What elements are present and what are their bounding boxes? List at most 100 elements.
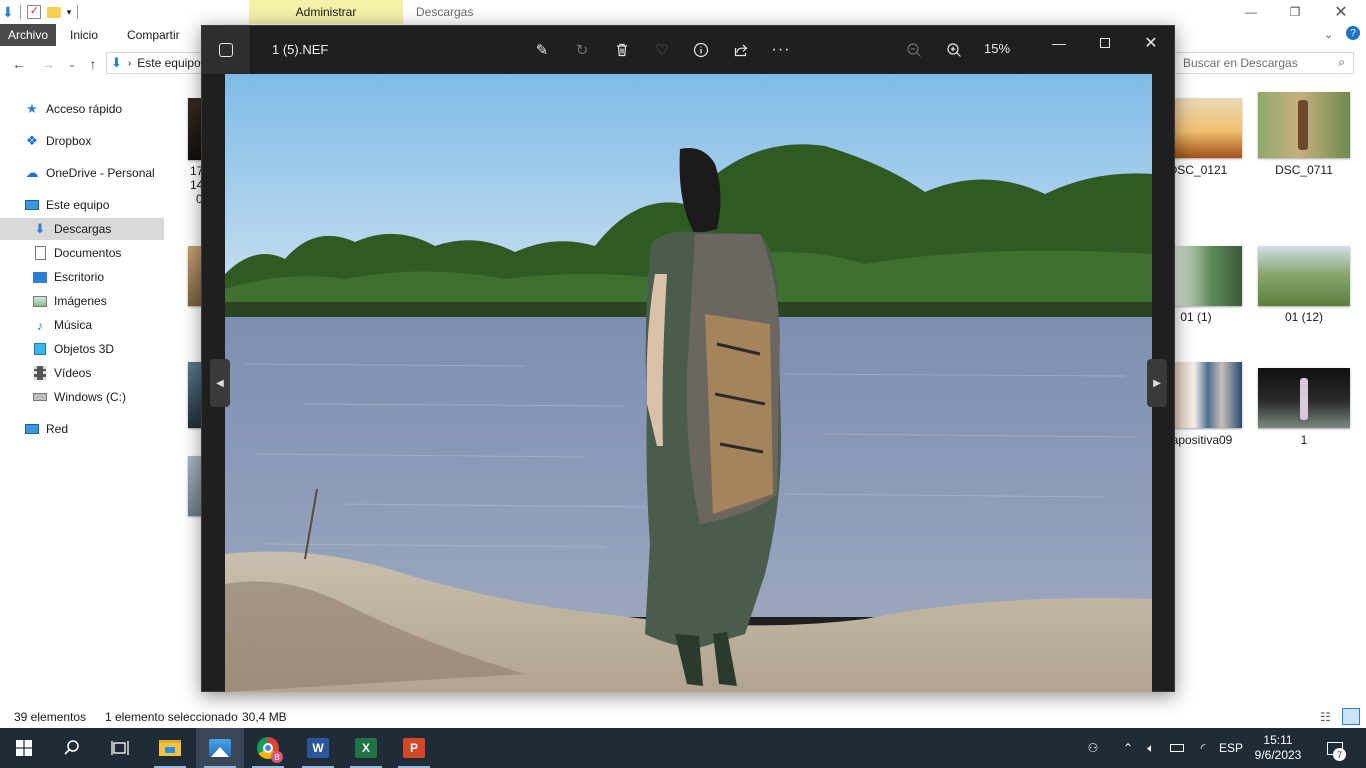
- volume-button[interactable]: 🔈︎: [1140, 728, 1162, 768]
- edit-icon: ✎: [535, 42, 549, 59]
- photo-image[interactable]: [225, 74, 1152, 692]
- qat-dropdown-icon[interactable]: ▾: [67, 7, 72, 18]
- sidebar-item-imagenes[interactable]: Imágenes: [0, 290, 164, 312]
- delete-icon: [617, 43, 627, 57]
- zoom-level[interactable]: 15%: [984, 41, 1010, 56]
- recent-locations-icon[interactable]: ⌄: [62, 54, 82, 74]
- tab-inicio[interactable]: Inicio: [62, 24, 106, 46]
- notifications-button[interactable]: 7: [1320, 728, 1350, 768]
- tab-compartir[interactable]: Compartir: [119, 24, 188, 46]
- search-input[interactable]: Buscar en Descargas ⌕: [1174, 52, 1354, 74]
- info-button[interactable]: [689, 38, 713, 62]
- minimize-button[interactable]: —: [1228, 0, 1274, 24]
- sidebar-item-dropbox[interactable]: ❖ Dropbox: [0, 130, 164, 152]
- favorite-icon: ♡: [655, 42, 669, 59]
- clock[interactable]: 15:11 9/6/2023: [1248, 728, 1308, 768]
- file-thumbnail[interactable]: [1258, 92, 1350, 158]
- address-bar[interactable]: ⬇ › Este equipo: [106, 52, 206, 74]
- viewer-maximize-button[interactable]: [1082, 26, 1128, 60]
- rotate-icon: ↻: [575, 42, 589, 59]
- sidebar-item-escritorio[interactable]: Escritorio: [0, 266, 164, 288]
- chrome-taskbar-button[interactable]: B: [244, 728, 292, 768]
- help-icon[interactable]: ?: [1346, 26, 1360, 40]
- breadcrumb-chevron-icon: ›: [127, 57, 132, 69]
- computer-icon: [24, 197, 40, 213]
- photo-viewer-window: 1 (5).NEF ✎ ↻ ♡ ··· 15% — ✕ ◀ ▶: [201, 25, 1175, 692]
- item-count: 39 elementos: [14, 710, 87, 724]
- sidebar-item-videos[interactable]: Vídeos: [0, 362, 164, 384]
- powerpoint-taskbar-button[interactable]: P: [390, 728, 438, 768]
- zoom-out-button[interactable]: [902, 38, 926, 62]
- breadcrumb-este-equipo[interactable]: Este equipo: [137, 56, 200, 70]
- file-thumbnail[interactable]: [1174, 98, 1242, 158]
- back-button[interactable]: ←: [9, 54, 29, 74]
- selection-count: 1 elemento seleccionado: [105, 710, 238, 724]
- context-tab-administrar[interactable]: Administrar: [249, 0, 403, 24]
- sidebar-item-objetos-3d[interactable]: Objetos 3D: [0, 338, 164, 360]
- star-icon: ★: [26, 101, 38, 116]
- viewer-minimize-button[interactable]: —: [1036, 26, 1082, 60]
- sidebar-item-musica[interactable]: ♪ Música: [0, 314, 164, 336]
- share-button[interactable]: [729, 38, 753, 62]
- language-indicator[interactable]: ESP: [1216, 728, 1246, 768]
- file-explorer-taskbar-button[interactable]: [146, 728, 194, 768]
- gallery-icon: [219, 43, 233, 57]
- sidebar-item-label: Música: [54, 318, 93, 332]
- file-thumbnail[interactable]: [188, 362, 202, 428]
- properties-icon[interactable]: ✓: [26, 5, 41, 19]
- task-view-button[interactable]: [96, 728, 144, 768]
- tab-archivo[interactable]: Archivo: [0, 24, 57, 46]
- word-taskbar-button[interactable]: W: [294, 728, 342, 768]
- rotate-button[interactable]: ↻: [570, 38, 594, 62]
- arrow-right-icon: ▶: [1153, 377, 1161, 389]
- zoom-in-button[interactable]: [942, 38, 966, 62]
- sidebar-item-descargas[interactable]: ⬇ Descargas: [0, 218, 164, 240]
- file-thumbnail[interactable]: [1258, 246, 1350, 306]
- forward-button[interactable]: →: [38, 54, 58, 74]
- more-button[interactable]: ···: [769, 38, 793, 62]
- favorite-button[interactable]: ♡: [650, 38, 674, 62]
- file-thumbnail[interactable]: [1174, 246, 1242, 306]
- large-icons-view-icon[interactable]: [1342, 708, 1360, 725]
- file-thumbnail[interactable]: [188, 456, 202, 516]
- photos-taskbar-button[interactable]: [196, 728, 244, 768]
- gallery-button[interactable]: [202, 26, 250, 74]
- excel-taskbar-button[interactable]: X: [342, 728, 390, 768]
- arrow-left-icon: ◀: [216, 377, 224, 389]
- delete-button[interactable]: [610, 38, 634, 62]
- start-button[interactable]: [0, 728, 48, 768]
- file-explorer-icon: [159, 740, 181, 756]
- viewer-close-button[interactable]: ✕: [1128, 26, 1174, 60]
- sidebar-item-este-equipo[interactable]: Este equipo: [0, 194, 164, 216]
- dropbox-icon: ❖: [26, 133, 38, 148]
- zoom-in-icon: [947, 43, 961, 57]
- window-title: Descargas: [416, 5, 474, 19]
- file-thumbnail[interactable]: [1174, 362, 1242, 428]
- up-button[interactable]: ↑: [83, 54, 103, 74]
- photo-render: [225, 74, 1152, 692]
- file-thumbnail[interactable]: [1258, 368, 1350, 428]
- battery-button[interactable]: [1166, 728, 1188, 768]
- sidebar-item-acceso-rapido[interactable]: ★ Acceso rápido: [0, 98, 164, 120]
- sidebar-item-documentos[interactable]: Documentos: [0, 242, 164, 264]
- file-thumbnail[interactable]: [188, 246, 202, 306]
- previous-photo-button[interactable]: ◀: [210, 359, 230, 407]
- sidebar-item-red[interactable]: Red: [0, 418, 164, 440]
- download-folder-icon[interactable]: ⬇: [2, 4, 14, 21]
- ribbon-expand-icon[interactable]: ⌄: [1324, 28, 1333, 41]
- people-button[interactable]: ⚇: [1080, 728, 1106, 768]
- new-folder-icon[interactable]: [46, 6, 61, 18]
- sidebar-item-onedrive[interactable]: ☁ OneDrive - Personal: [0, 162, 164, 184]
- quick-access-toolbar: ⬇ ✓ ▾: [0, 2, 79, 22]
- edit-button[interactable]: ✎: [530, 38, 554, 62]
- search-button[interactable]: [48, 728, 96, 768]
- details-view-icon[interactable]: ☷: [1320, 710, 1331, 724]
- file-thumbnail[interactable]: [188, 98, 202, 160]
- show-hidden-icons-button[interactable]: ⌃: [1118, 728, 1138, 768]
- sidebar-item-windows-c[interactable]: Windows (C:): [0, 386, 164, 408]
- restore-button[interactable]: ❐: [1272, 0, 1318, 24]
- close-button[interactable]: ✕: [1318, 0, 1364, 24]
- network-button[interactable]: ◜: [1192, 728, 1214, 768]
- context-tab-label: Administrar: [295, 5, 357, 19]
- next-photo-button[interactable]: ▶: [1147, 359, 1167, 407]
